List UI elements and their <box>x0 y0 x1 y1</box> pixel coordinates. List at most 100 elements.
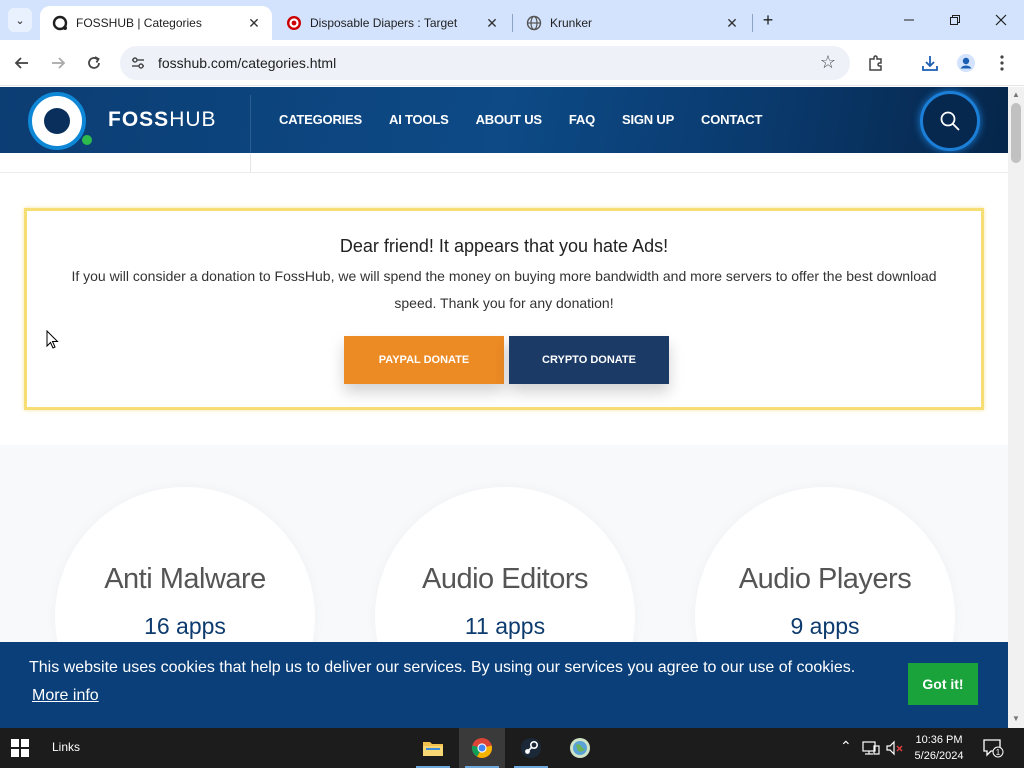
puzzle-icon <box>869 55 882 71</box>
browser-toolbar: fosshub.com/categories.html ☆ <box>0 40 1024 86</box>
tab-search-button[interactable]: ⌄ <box>8 8 32 32</box>
taskbar-chrome[interactable] <box>459 728 505 768</box>
network-icon[interactable] <box>862 740 880 756</box>
minimize-icon <box>904 19 914 21</box>
logo-bold: FOSS <box>108 108 170 131</box>
crypto-donate-button[interactable]: CRYPTO DONATE <box>509 336 669 384</box>
category-name: Audio Editors <box>422 563 589 595</box>
extensions-button[interactable] <box>864 51 888 75</box>
taskbar-app[interactable] <box>557 728 603 768</box>
menu-button[interactable] <box>990 51 1014 75</box>
tab-fosshub[interactable]: FOSSHUB | Categories ✕ <box>40 6 272 40</box>
globe-icon <box>526 15 542 31</box>
donate-text: If you will consider a donation to FossH… <box>71 268 937 311</box>
close-icon <box>995 14 1007 26</box>
cookie-text: This website uses cookies that help us t… <box>29 659 856 676</box>
clock-time: 10:36 PM <box>915 734 963 746</box>
nav-about-us[interactable]: ABOUT US <box>476 112 542 127</box>
subbar-separator <box>250 153 251 173</box>
windows-taskbar: Links ⌃ 10:36 PM 5/26/2024 1 <box>0 728 1024 768</box>
reload-icon <box>88 56 100 69</box>
close-icon[interactable]: ✕ <box>724 15 740 32</box>
header-subbar <box>0 153 1008 173</box>
taskbar-clock[interactable]: 10:36 PM 5/26/2024 <box>908 732 970 764</box>
cookie-banner: This website uses cookies that help us t… <box>0 642 1008 728</box>
nav-ai-tools[interactable]: AI TOOLS <box>389 112 449 127</box>
main-nav: CATEGORIES AI TOOLS ABOUT US FAQ SIGN UP… <box>279 112 789 127</box>
reload-button[interactable] <box>82 51 106 75</box>
category-count: 16 apps <box>144 613 226 639</box>
donate-box: Dear friend! It appears that you hate Ad… <box>24 208 984 410</box>
restore-icon <box>950 15 960 25</box>
chevron-down-icon: ⌄ <box>15 14 25 27</box>
tab-krunker[interactable]: Krunker ✕ <box>514 6 750 40</box>
volume-muted-icon[interactable] <box>886 740 904 756</box>
folder-icon <box>423 742 443 756</box>
search-icon <box>940 111 960 131</box>
scrollbar-thumb[interactable] <box>1011 103 1021 163</box>
fosshub-logo-icon[interactable] <box>28 92 86 150</box>
site-logo-text[interactable]: FOSSHUB <box>108 108 217 132</box>
logo-dot <box>82 135 92 145</box>
steam-icon <box>521 738 541 758</box>
category-name: Anti Malware <box>104 563 266 595</box>
url-text[interactable]: fosshub.com/categories.html <box>158 55 336 71</box>
app-globe-icon <box>570 738 590 758</box>
kebab-menu-icon <box>1000 55 1004 71</box>
profile-button[interactable] <box>954 51 978 75</box>
address-bar[interactable]: fosshub.com/categories.html ☆ <box>120 46 850 80</box>
bookmark-star-icon[interactable]: ☆ <box>820 52 836 73</box>
new-tab-button[interactable]: + <box>758 10 778 30</box>
paypal-donate-button[interactable]: PAYPAL DONATE <box>344 336 504 384</box>
tab-separator <box>512 14 513 32</box>
arrow-left-icon <box>14 57 28 69</box>
taskbar-steam[interactable] <box>508 728 554 768</box>
nav-sign-up[interactable]: SIGN UP <box>622 112 674 127</box>
notification-count: 1 <box>996 748 1001 757</box>
tab-title: Krunker <box>550 16 593 30</box>
notification-icon[interactable]: 1 <box>982 738 1004 758</box>
site-header: FOSSHUB CATEGORIES AI TOOLS ABOUT US FAQ… <box>0 87 1008 173</box>
tab-title: Disposable Diapers : Target <box>310 16 458 30</box>
page-scrollbar[interactable]: ▲ ▼ <box>1008 87 1024 728</box>
downloads-button[interactable] <box>918 51 942 75</box>
category-count: 9 apps <box>790 613 860 639</box>
scroll-up-arrow-icon[interactable]: ▲ <box>1011 90 1021 99</box>
scroll-down-arrow-icon[interactable]: ▼ <box>1011 714 1021 723</box>
clock-date: 5/26/2024 <box>914 750 964 762</box>
tab-title: FOSSHUB | Categories <box>76 16 202 30</box>
nav-contact[interactable]: CONTACT <box>701 112 762 127</box>
forward-button[interactable] <box>46 51 70 75</box>
chrome-icon <box>471 738 493 758</box>
close-window-button[interactable] <box>978 0 1024 40</box>
logo-light: HUB <box>169 108 217 131</box>
restore-button[interactable] <box>932 0 978 40</box>
browser-tab-strip: ⌄ FOSSHUB | Categories ✕ Disposable Diap… <box>0 0 1024 40</box>
category-name: Audio Players <box>738 563 912 595</box>
arrow-right-icon <box>52 57 66 69</box>
tab-separator <box>752 14 753 32</box>
download-icon <box>922 56 938 71</box>
tray-chevron-up-icon[interactable]: ⌃ <box>840 738 852 755</box>
fosshub-favicon-icon <box>52 15 68 31</box>
cookie-more-info-link[interactable]: More info <box>32 687 99 705</box>
close-icon[interactable]: ✕ <box>484 15 500 32</box>
avatar-icon <box>957 54 975 72</box>
mouse-cursor-icon <box>46 330 59 349</box>
nav-categories[interactable]: CATEGORIES <box>279 112 362 127</box>
minimize-button[interactable] <box>886 0 932 40</box>
site-settings-icon <box>132 57 144 69</box>
donate-title: Dear friend! It appears that you hate Ad… <box>339 236 669 256</box>
cookie-accept-button[interactable]: Got it! <box>908 663 978 705</box>
back-button[interactable] <box>10 51 34 75</box>
category-count: 11 apps <box>464 613 546 639</box>
close-icon[interactable]: ✕ <box>246 15 262 32</box>
taskbar-links-toolbar[interactable]: Links <box>52 740 80 754</box>
nav-faq[interactable]: FAQ <box>569 112 595 127</box>
tab-target[interactable]: Disposable Diapers : Target ✕ <box>274 6 510 40</box>
site-search-button[interactable] <box>920 91 980 151</box>
target-favicon-icon <box>287 16 301 30</box>
taskbar-file-explorer[interactable] <box>410 728 456 768</box>
page-viewport: FOSSHUB CATEGORIES AI TOOLS ABOUT US FAQ… <box>0 87 1008 728</box>
windows-start-icon[interactable] <box>10 738 30 758</box>
